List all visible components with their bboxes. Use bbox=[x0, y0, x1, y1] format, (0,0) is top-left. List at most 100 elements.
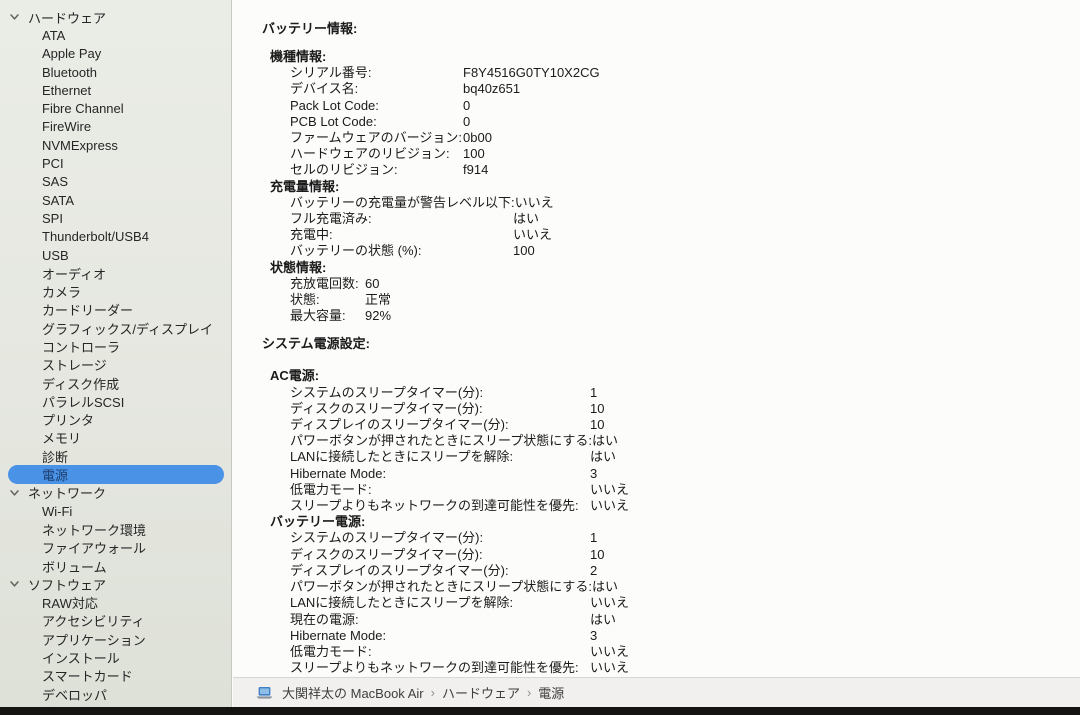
info-value: いいえ bbox=[590, 595, 629, 611]
sidebar-item-label: パラレルSCSI bbox=[42, 392, 124, 411]
sidebar-item[interactable]: SATA bbox=[0, 191, 231, 209]
sidebar-item[interactable]: NVMExpress bbox=[0, 136, 231, 154]
info-row: ファームウェアのバージョン:0b00 bbox=[262, 130, 1070, 146]
sidebar-item[interactable]: メモリ bbox=[0, 429, 231, 447]
sidebar-item[interactable]: FireWire bbox=[0, 118, 231, 136]
chevron-down-icon[interactable] bbox=[9, 12, 20, 23]
sidebar-item[interactable]: RAW対応 bbox=[0, 594, 231, 612]
info-value: F8Y4516G0TY10X2CG bbox=[463, 65, 600, 81]
sidebar-item[interactable]: ATA bbox=[0, 26, 231, 44]
sidebar-group[interactable]: ハードウェア bbox=[0, 8, 231, 26]
info-value: はい bbox=[592, 433, 618, 449]
breadcrumb: 大関祥太の MacBook Air › ハードウェア › 電源 bbox=[282, 683, 564, 702]
info-label: 状態: bbox=[290, 292, 365, 308]
sidebar-item-label: メモリ bbox=[42, 428, 81, 447]
sidebar-item[interactable]: ボリューム bbox=[0, 557, 231, 575]
info-label: デバイス名: bbox=[290, 81, 463, 97]
sidebar-item[interactable]: インストール bbox=[0, 648, 231, 666]
sidebar-item[interactable]: Bluetooth bbox=[0, 63, 231, 81]
sidebar-item[interactable]: アクセシビリティ bbox=[0, 612, 231, 630]
info-row: デバイス名:bq40z651 bbox=[262, 81, 1070, 97]
sidebar-item[interactable]: グラフィックス/ディスプレイ bbox=[0, 319, 231, 337]
info-value: 92% bbox=[365, 308, 391, 324]
sidebar-item[interactable]: ストレージ bbox=[0, 356, 231, 374]
info-label: バッテリーの充電量が警告レベル以下: bbox=[290, 195, 515, 211]
sidebar-item-label: スマートカード bbox=[42, 666, 133, 685]
screen-bottom-bezel bbox=[0, 707, 1080, 715]
chevron-down-icon[interactable] bbox=[9, 487, 20, 498]
sidebar-item[interactable]: Ethernet bbox=[0, 81, 231, 99]
sidebar-item[interactable]: ネットワーク環境 bbox=[0, 520, 231, 538]
breadcrumb-separator: › bbox=[527, 685, 531, 700]
info-value: いいえ bbox=[590, 660, 629, 676]
sidebar-item[interactable]: ディスク作成 bbox=[0, 374, 231, 392]
info-row: 現在の電源:はい bbox=[262, 612, 1070, 628]
info-row: 充放電回数:60 bbox=[262, 276, 1070, 292]
system-information-window: ハードウェアATAApple PayBluetoothEthernetFibre… bbox=[0, 0, 1080, 715]
sidebar-item[interactable]: 診断 bbox=[0, 447, 231, 465]
info-label: 低電力モード: bbox=[290, 644, 590, 660]
report-section-header: 機種情報: bbox=[262, 49, 1070, 65]
info-value: 100 bbox=[513, 243, 535, 259]
sidebar-item[interactable]: デベロッパ bbox=[0, 685, 231, 703]
sidebar-item[interactable]: Apple Pay bbox=[0, 45, 231, 63]
report-pane: バッテリー情報:機種情報:シリアル番号:F8Y4516G0TY10X2CGデバイ… bbox=[233, 0, 1080, 677]
breadcrumb-item[interactable]: 大関祥太の MacBook Air bbox=[282, 683, 424, 702]
sidebar-item-selected[interactable]: 電源 bbox=[0, 465, 231, 483]
report-section-header: バッテリー電源: bbox=[262, 514, 1070, 530]
info-label: システムのスリープタイマー(分): bbox=[290, 385, 590, 401]
info-row: ディスプレイのスリープタイマー(分):10 bbox=[262, 417, 1070, 433]
laptop-icon bbox=[256, 686, 273, 700]
sidebar-item-label: オーディオ bbox=[42, 264, 106, 283]
sidebar-item-label: ネットワーク環境 bbox=[42, 520, 146, 539]
sidebar-item-label: ネットワーク bbox=[28, 483, 106, 502]
sidebar-item[interactable]: スマートカード bbox=[0, 667, 231, 685]
breadcrumb-separator: › bbox=[431, 685, 435, 700]
info-value: はい bbox=[513, 211, 539, 227]
sidebar-item-label: Fibre Channel bbox=[42, 101, 124, 116]
sidebar-item[interactable]: ファイアウォール bbox=[0, 539, 231, 557]
info-row: バッテリーの状態 (%):100 bbox=[262, 243, 1070, 259]
info-label: シリアル番号: bbox=[290, 65, 463, 81]
sidebar-item-label: Wi-Fi bbox=[42, 504, 72, 519]
info-row: スリープよりもネットワークの到達可能性を優先:いいえ bbox=[262, 498, 1070, 514]
info-value: 0 bbox=[463, 114, 470, 130]
info-label: Pack Lot Code: bbox=[290, 98, 463, 114]
info-label: スリープよりもネットワークの到達可能性を優先: bbox=[290, 660, 590, 676]
breadcrumb-item[interactable]: 電源 bbox=[538, 683, 564, 702]
info-value: いいえ bbox=[515, 195, 554, 211]
sidebar: ハードウェアATAApple PayBluetoothEthernet Fibre… bbox=[0, 0, 232, 707]
report-section-header: 充電量情報: bbox=[262, 179, 1070, 195]
sidebar-item[interactable]: カードリーダー bbox=[0, 301, 231, 319]
sidebar-item-label: ファイアウォール bbox=[42, 538, 146, 557]
sidebar-item[interactable]: SPI bbox=[0, 209, 231, 227]
status-bar: 大関祥太の MacBook Air › ハードウェア › 電源 bbox=[233, 677, 1080, 707]
info-label: LANに接続したときにスリープを解除: bbox=[290, 449, 590, 465]
sidebar-item[interactable]: アプリケーション bbox=[0, 630, 231, 648]
sidebar-item[interactable]: Wi-Fi bbox=[0, 502, 231, 520]
sidebar-item[interactable]: プリンタ bbox=[0, 411, 231, 429]
breadcrumb-item[interactable]: ハードウェア bbox=[442, 683, 520, 702]
sidebar-item[interactable]: コントローラ bbox=[0, 337, 231, 355]
chevron-down-icon[interactable] bbox=[9, 579, 20, 590]
info-row: LANに接続したときにスリープを解除:はい bbox=[262, 449, 1070, 465]
sidebar-item[interactable]: PCI bbox=[0, 154, 231, 172]
sidebar-item-label: ハードウェア bbox=[28, 8, 106, 27]
sidebar-item[interactable]: Thunderbolt/USB4 bbox=[0, 228, 231, 246]
sidebar-item[interactable]: オーディオ bbox=[0, 264, 231, 282]
sidebar-group[interactable]: ソフトウェア bbox=[0, 575, 231, 593]
info-value: 0 bbox=[463, 98, 470, 114]
sidebar-item[interactable]: SAS bbox=[0, 173, 231, 191]
info-label: システムのスリープタイマー(分): bbox=[290, 530, 590, 546]
sidebar-item[interactable]: USB bbox=[0, 246, 231, 264]
info-row: Hibernate Mode:3 bbox=[262, 628, 1070, 644]
sidebar-item[interactable]: カメラ bbox=[0, 282, 231, 300]
info-label: ハードウェアのリビジョン: bbox=[290, 146, 463, 162]
sidebar-item[interactable]: Fibre Channel bbox=[0, 99, 231, 117]
info-label: スリープよりもネットワークの到達可能性を優先: bbox=[290, 498, 590, 514]
sidebar-item[interactable]: パラレルSCSI bbox=[0, 392, 231, 410]
info-row: Pack Lot Code:0 bbox=[262, 98, 1070, 114]
info-value: 正常 bbox=[365, 292, 391, 308]
info-label: LANに接続したときにスリープを解除: bbox=[290, 595, 590, 611]
sidebar-group[interactable]: ネットワーク bbox=[0, 484, 231, 502]
